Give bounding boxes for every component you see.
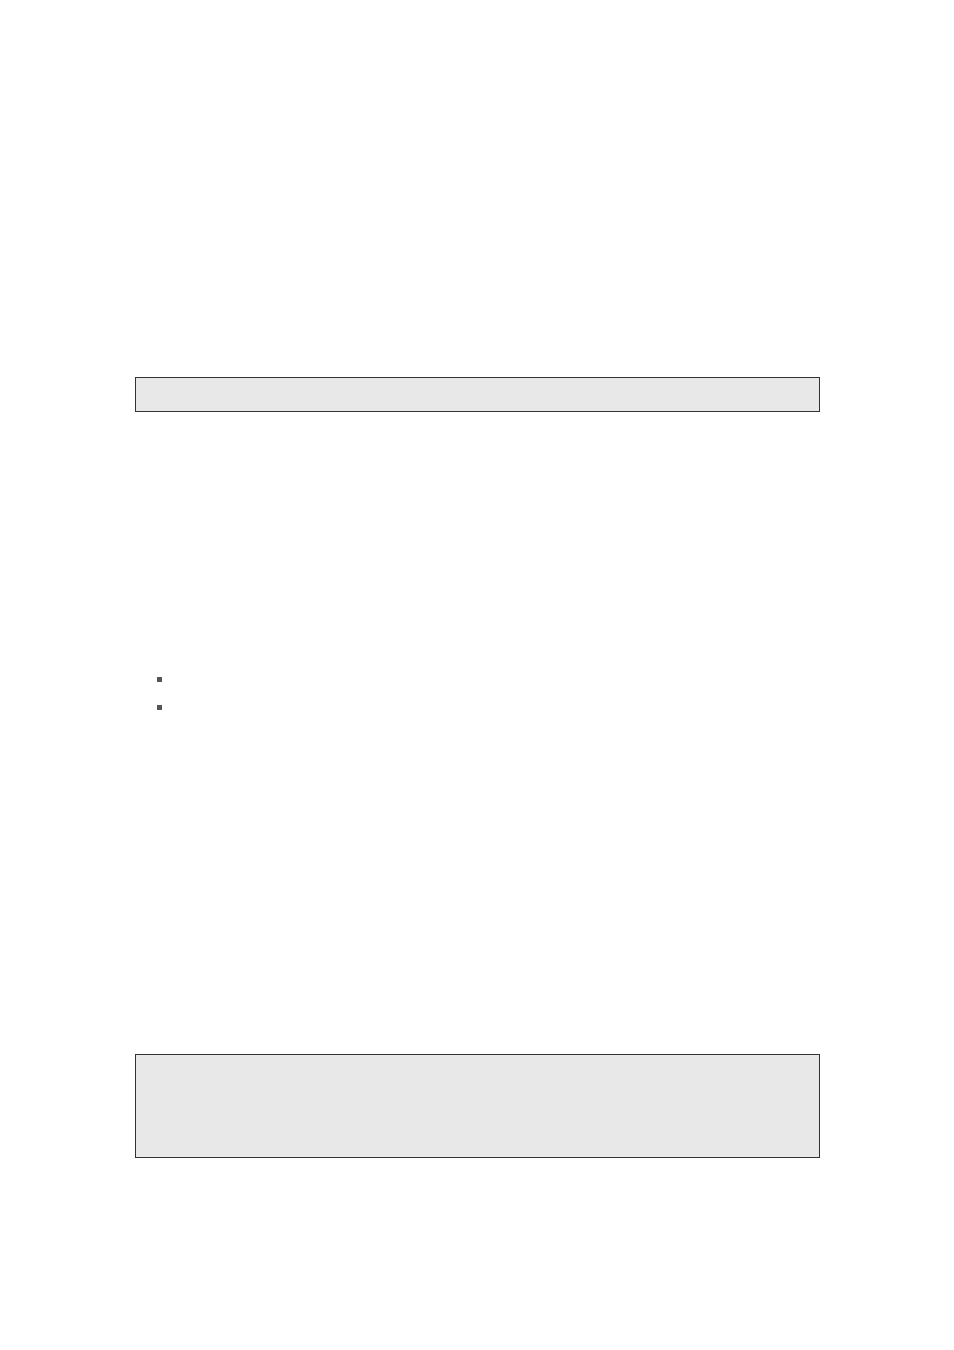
bullet-icon bbox=[157, 705, 162, 710]
bullet-icon bbox=[157, 677, 162, 682]
content-box-1 bbox=[135, 377, 820, 412]
content-box-2 bbox=[135, 1054, 820, 1158]
